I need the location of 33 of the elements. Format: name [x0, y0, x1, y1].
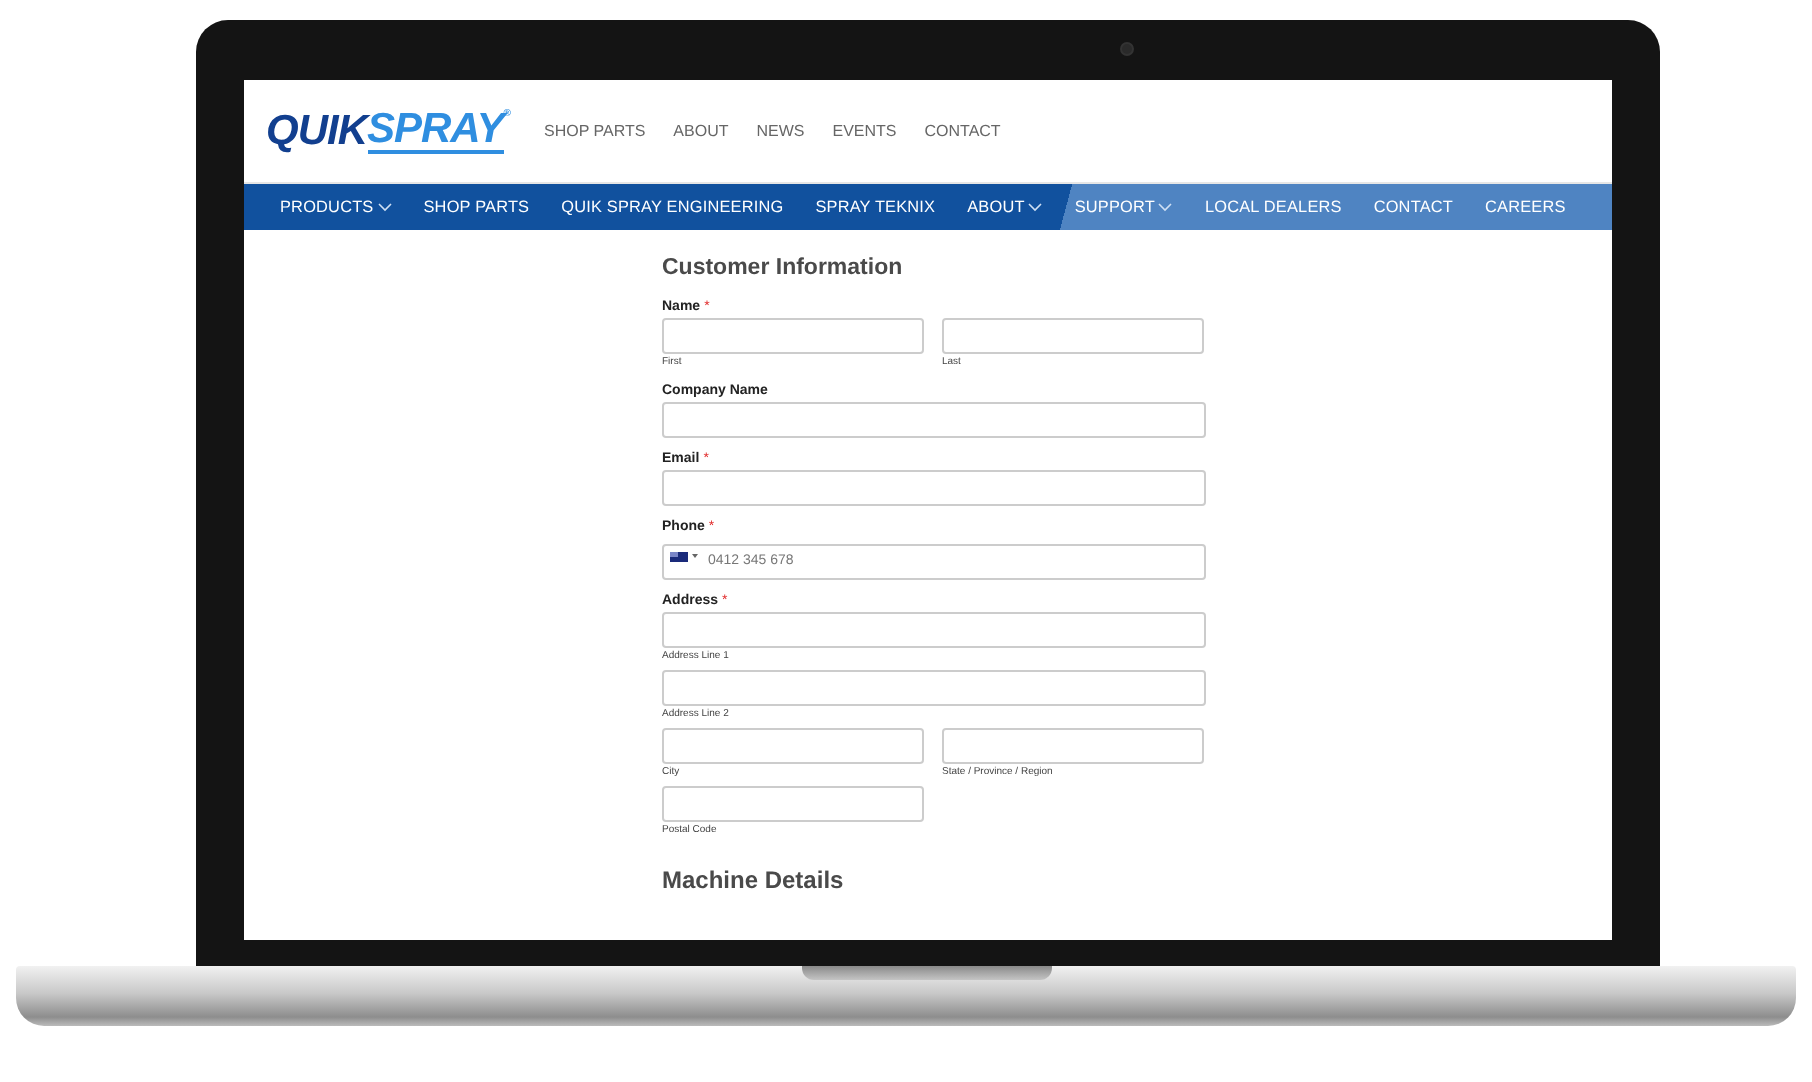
section-heading: Customer Information — [662, 256, 905, 280]
nav-link[interactable]: CAREERS — [1485, 198, 1566, 216]
nav-link[interactable]: QUIK SPRAY ENGINEERING — [561, 198, 784, 216]
input-field[interactable] — [942, 318, 1204, 354]
input-field[interactable] — [662, 402, 1206, 438]
top-link[interactable]: EVENTS — [832, 122, 897, 140]
input-field[interactable] — [662, 318, 924, 354]
caret-icon — [692, 554, 698, 558]
input-field[interactable] — [662, 470, 1206, 506]
camera-icon — [1120, 42, 1134, 56]
logo-text: QUIK — [266, 107, 367, 155]
nav-link[interactable]: PRODUCTS — [280, 198, 392, 216]
logo-text: SPRAY — [367, 107, 504, 153]
chevron-down-icon — [377, 202, 392, 212]
nav-link[interactable]: SHOP PARTS — [423, 198, 530, 216]
nav-link[interactable]: LOCAL DEALERS — [1204, 198, 1342, 216]
nav-link[interactable]: SUPPORT — [1074, 198, 1173, 216]
section-heading: Machine Details — [662, 865, 846, 893]
nav-link[interactable]: CONTACT — [1373, 198, 1453, 216]
top-link[interactable]: ABOUT — [673, 122, 729, 140]
nav-link[interactable]: ABOUT — [967, 198, 1043, 216]
top-link[interactable]: SHOP PARTS — [543, 122, 646, 140]
input-field[interactable] — [662, 785, 924, 821]
input-field[interactable] — [662, 611, 1206, 647]
input-field[interactable] — [662, 727, 924, 763]
top-link[interactable]: CONTACT — [924, 122, 1001, 140]
flag-icon — [670, 551, 688, 561]
nav-link[interactable]: SPRAY TEKNIX — [815, 198, 936, 216]
input-field[interactable] — [942, 727, 1204, 763]
chevron-down-icon — [1028, 202, 1043, 212]
chevron-down-icon — [1158, 202, 1173, 212]
input-field[interactable] — [662, 669, 1206, 705]
top-link[interactable]: NEWS — [756, 122, 805, 140]
